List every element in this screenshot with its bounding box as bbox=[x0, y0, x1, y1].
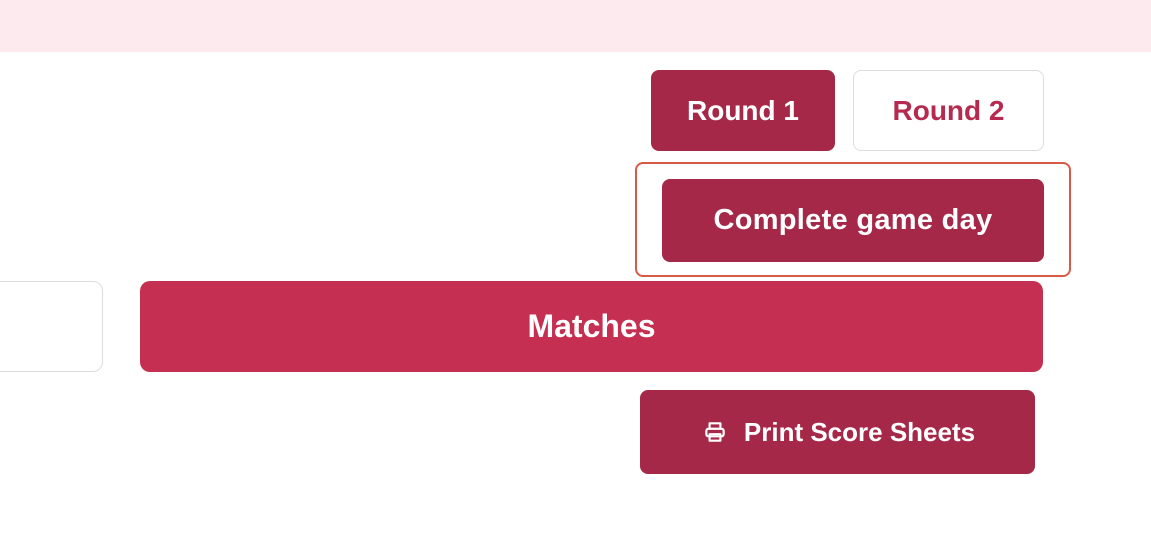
print-score-sheets-button[interactable]: Print Score Sheets bbox=[640, 390, 1035, 474]
print-score-sheets-label: Print Score Sheets bbox=[743, 416, 976, 447]
matches-tab[interactable]: Matches bbox=[140, 281, 1043, 372]
complete-game-day-button[interactable]: Complete game day bbox=[662, 179, 1044, 262]
printer-icon bbox=[700, 417, 730, 447]
top-banner bbox=[0, 0, 1151, 52]
round-1-button[interactable]: Round 1 bbox=[651, 70, 835, 151]
round-2-button[interactable]: Round 2 bbox=[853, 70, 1044, 151]
left-tab-partial[interactable] bbox=[0, 281, 103, 372]
